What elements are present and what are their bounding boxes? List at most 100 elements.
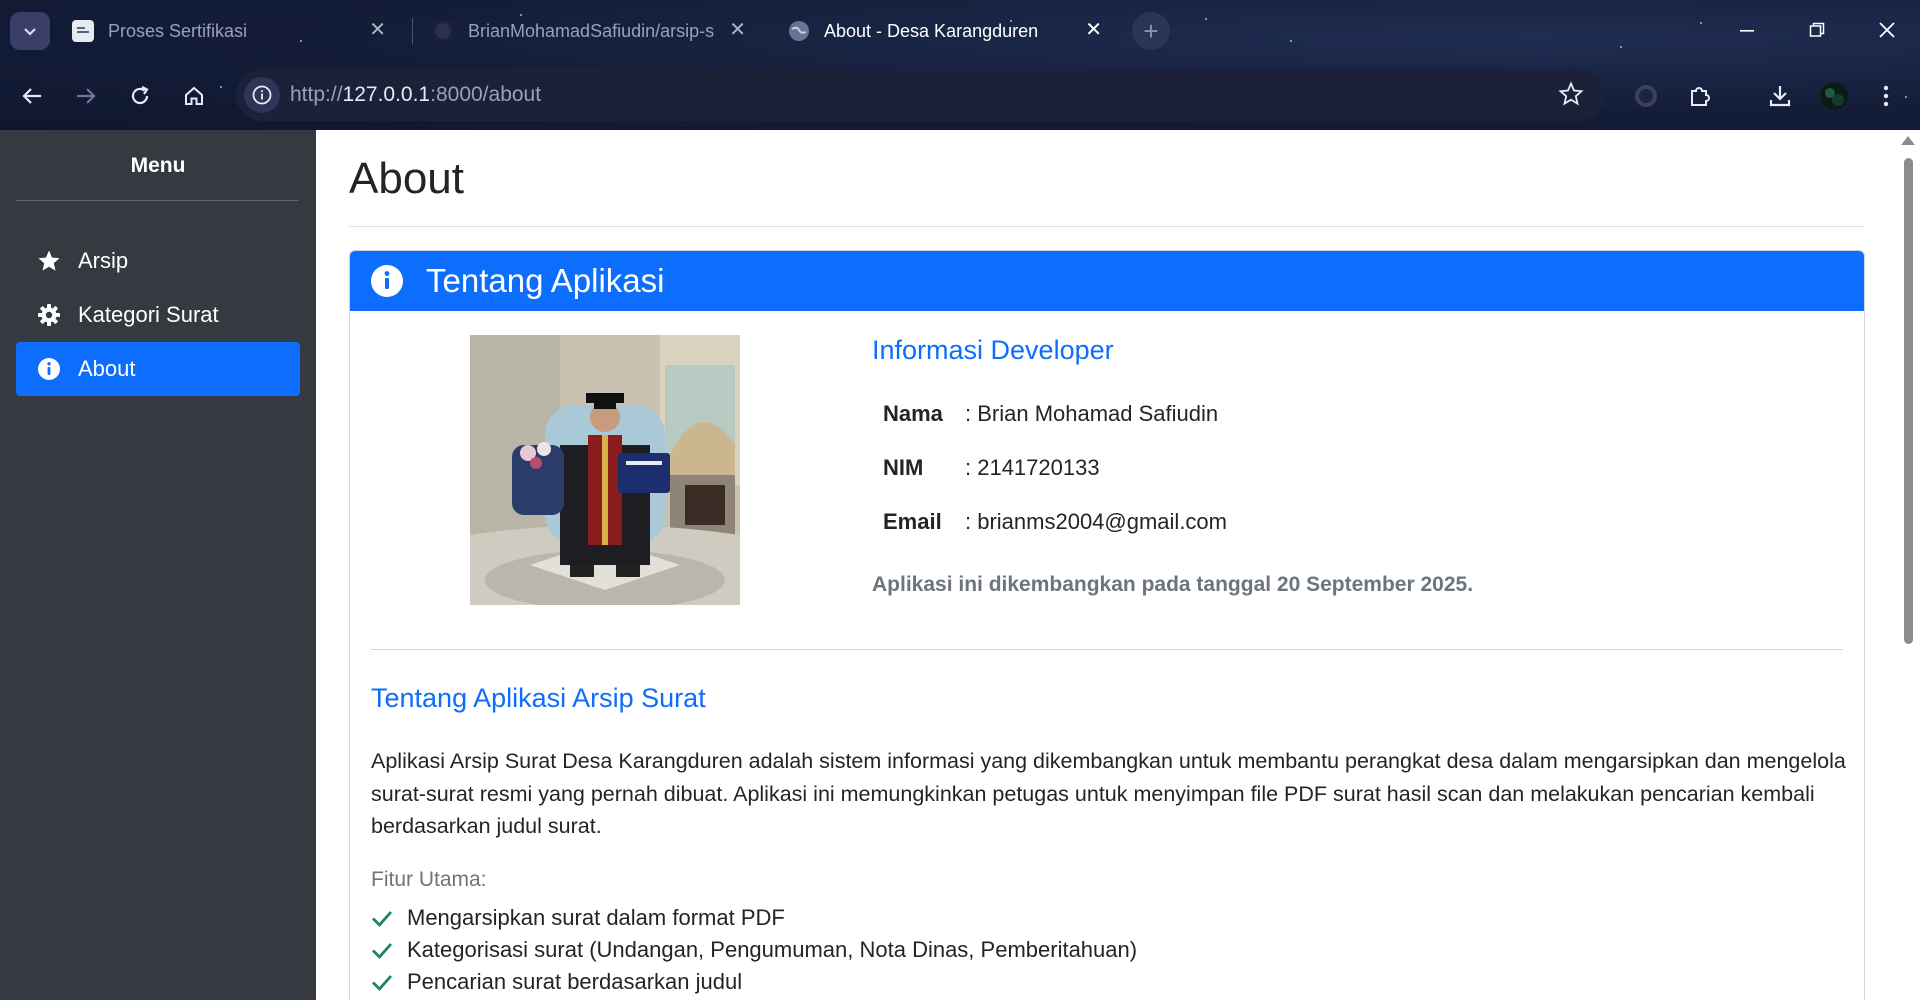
bookmark-star-icon: [1558, 81, 1584, 106]
close-window-button[interactable]: [1862, 10, 1912, 50]
tab-proses-sertifikasi[interactable]: Proses Sertifikasi ✕: [58, 8, 398, 54]
tab-strip: Proses Sertifikasi ✕ BrianMohamadSafiudi…: [0, 0, 1920, 60]
developer-field-value: : Brian Mohamad Safiudin: [965, 401, 1219, 426]
about-card: Tentang Aplikasi Informasi Developer Nam…: [349, 250, 1865, 1000]
extension-circle-icon: [1635, 85, 1657, 107]
arrow-left-icon: [22, 88, 41, 104]
extensions-menu-button[interactable]: [1680, 76, 1720, 116]
profile-button[interactable]: [1814, 76, 1854, 116]
card-header: Tentang Aplikasi: [350, 251, 1864, 311]
developer-info-heading: Informasi Developer: [872, 335, 1114, 365]
tab-about-active[interactable]: About - Desa Karangduren ✕: [774, 8, 1114, 54]
url-path: :8000/about: [430, 83, 542, 106]
developer-row-nama: Nama : Brian Mohamad Safiudin: [883, 401, 1218, 427]
tab-title: Proses Sertifikasi: [108, 20, 248, 41]
sidebar-item-label: About: [78, 356, 136, 381]
github-favicon-icon: [432, 20, 454, 42]
tab-title: BrianMohamadSafiudin/arsip-s: [468, 20, 715, 41]
info-icon: [36, 356, 62, 382]
kebab-menu-icon: [1883, 85, 1889, 107]
developer-row-email: Email : brianms2004@gmail.com: [883, 509, 1227, 535]
developer-field-label: Nama: [883, 401, 943, 426]
url-host: 127.0.0.1: [342, 83, 431, 106]
main-content: About Tentang Aplikasi Informasi Develop…: [316, 130, 1896, 1000]
developer-field-label: NIM: [883, 455, 924, 480]
close-tab-icon[interactable]: ✕: [1085, 20, 1102, 40]
check-icon: [371, 907, 393, 929]
sidebar-item-label: Arsip: [78, 248, 129, 273]
sidebar-item-label: Kategori Surat: [78, 302, 219, 327]
developer-field-value: : 2141720133: [965, 455, 1100, 480]
scroll-thumb[interactable]: [1904, 158, 1913, 644]
about-app-description: Aplikasi Arsip Surat Desa Karangduren ad…: [371, 749, 1846, 838]
address-bar[interactable]: http://127.0.0.1:8000/about: [236, 69, 1604, 121]
restore-button[interactable]: [1792, 10, 1842, 50]
minimize-button[interactable]: [1722, 10, 1772, 50]
developer-row-nim: NIM : 2141720133: [883, 455, 1100, 481]
download-icon: [1769, 86, 1791, 107]
card-header-title: Tentang Aplikasi: [426, 262, 665, 299]
restore-icon: [1809, 22, 1825, 37]
scroll-up-arrow-icon[interactable]: [1901, 136, 1915, 145]
reload-icon: [131, 86, 149, 105]
downloads-button[interactable]: [1760, 76, 1800, 116]
title-divider: [349, 226, 1865, 227]
feature-text: Kategorisasi surat (Undangan, Pengumuman…: [407, 937, 1138, 962]
reload-button[interactable]: [120, 76, 160, 116]
avatar: [1820, 82, 1848, 110]
features-label: Fitur Utama:: [371, 868, 487, 891]
forward-button[interactable]: [66, 76, 106, 116]
sidebar-item-arsip[interactable]: Arsip: [16, 234, 300, 288]
close-icon: [1879, 22, 1895, 38]
tab-search-button[interactable]: [10, 12, 50, 50]
sidebar-divider: [16, 200, 299, 201]
check-icon: [371, 971, 393, 993]
feature-item: Kategorisasi surat (Undangan, Pengumuman…: [371, 937, 1137, 963]
close-tab-icon[interactable]: ✕: [729, 20, 746, 40]
star-icon: [36, 248, 62, 274]
site-info-button[interactable]: [244, 77, 280, 113]
check-icon: [371, 939, 393, 961]
url-text: http://127.0.0.1:8000/about: [290, 83, 541, 107]
url-scheme: http://: [290, 83, 343, 106]
new-tab-button[interactable]: +: [1132, 12, 1170, 50]
browser-toolbar: http://127.0.0.1:8000/about: [0, 64, 1920, 126]
feature-item: Pencarian surat berdasarkan judul: [371, 969, 742, 995]
arrow-right-icon: [77, 88, 96, 104]
tab-github-repo[interactable]: BrianMohamadSafiudin/arsip-s ✕: [418, 8, 758, 54]
sidebar-title: Menu: [130, 154, 186, 177]
info-circle-icon: [370, 264, 404, 298]
info-circle-icon: [252, 85, 272, 105]
sidebar-item-kategori-surat[interactable]: Kategori Surat: [16, 288, 300, 342]
developer-photo: [470, 335, 740, 605]
feature-text: Pencarian surat berdasarkan judul: [407, 969, 743, 994]
about-app-heading: Tentang Aplikasi Arsip Surat: [371, 683, 706, 713]
home-icon: [185, 86, 203, 105]
page-scrollbar[interactable]: [1896, 130, 1920, 1000]
close-tab-icon[interactable]: ✕: [369, 20, 386, 40]
development-date-note: Aplikasi ini dikembangkan pada tanggal 2…: [872, 573, 1474, 596]
feature-text: Mengarsipkan surat dalam format PDF: [407, 905, 785, 930]
bookmark-button[interactable]: [1558, 81, 1584, 112]
sidebar: Menu Arsip Kategori Surat About: [0, 130, 316, 1000]
globe-favicon-icon: [788, 20, 810, 42]
browser-chrome: Proses Sertifikasi ✕ BrianMohamadSafiudi…: [0, 0, 1920, 130]
section-divider: [371, 649, 1843, 650]
developer-field-value: : brianms2004@gmail.com: [965, 509, 1227, 534]
page-title: About: [349, 154, 464, 203]
document-favicon-icon: [72, 20, 94, 42]
puzzle-icon: [1691, 87, 1710, 106]
feature-item: Mengarsipkan surat dalam format PDF: [371, 905, 785, 931]
plus-icon: +: [1143, 15, 1159, 46]
chevron-down-icon: [24, 28, 36, 36]
home-button[interactable]: [174, 76, 214, 116]
tab-title: About - Desa Karangduren: [824, 20, 1039, 41]
browser-menu-button[interactable]: [1866, 76, 1906, 116]
back-button[interactable]: [12, 76, 52, 116]
gear-icon: [36, 302, 62, 328]
sidebar-item-about[interactable]: About: [16, 342, 300, 396]
developer-field-label: Email: [883, 509, 942, 534]
minimize-icon: [1740, 30, 1754, 32]
extension-button[interactable]: [1626, 76, 1666, 116]
tab-separator: [412, 18, 413, 44]
